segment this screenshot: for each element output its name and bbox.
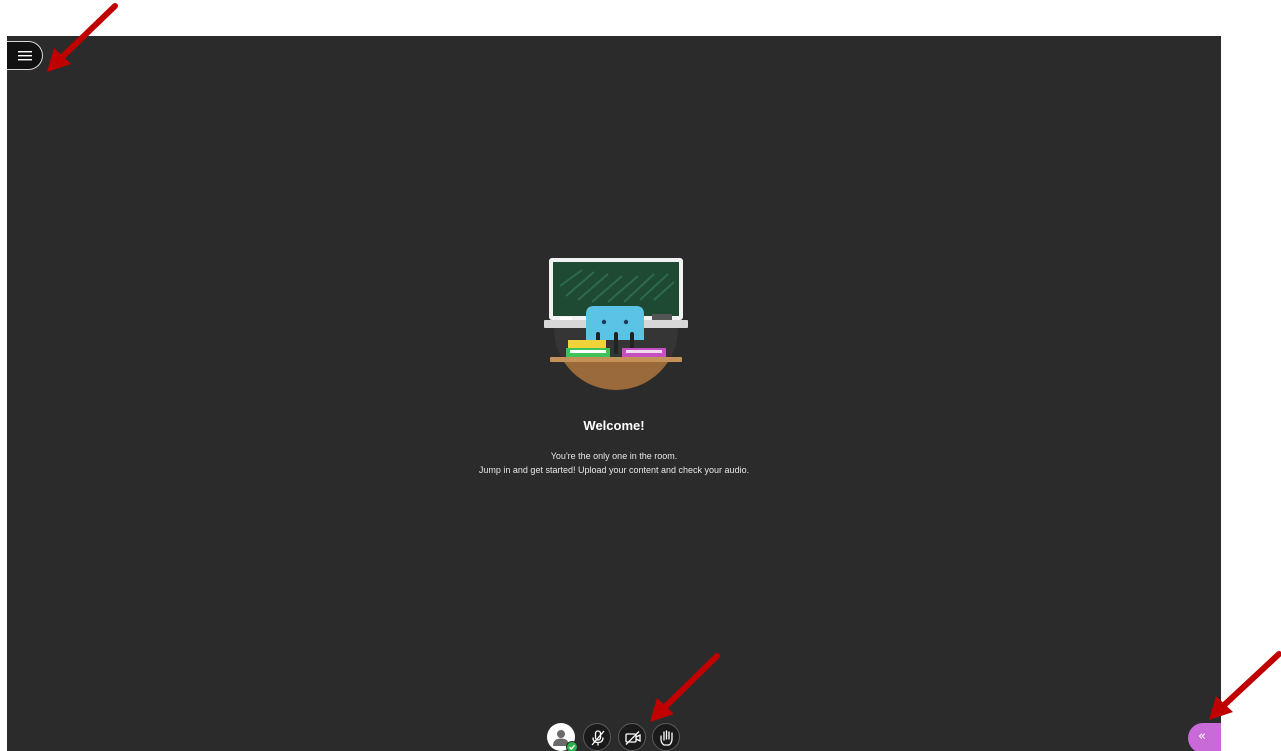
raise-hand-button[interactable]	[652, 723, 680, 751]
check-icon	[569, 744, 576, 751]
share-audio-button[interactable]	[583, 723, 611, 751]
session-menu-button[interactable]	[7, 41, 43, 70]
raise-hand-icon	[660, 730, 673, 746]
camera-off-icon	[625, 731, 641, 745]
empty-room-illustration	[544, 258, 688, 390]
status-badge	[566, 741, 578, 751]
welcome-message-line-1: You're the only one in the room.	[550, 451, 678, 461]
welcome-message-line-2: Jump in and get started! Upload your con…	[478, 465, 750, 475]
welcome-title: Welcome!	[583, 418, 645, 433]
hamburger-menu-icon	[18, 51, 32, 61]
open-collaborate-panel-button[interactable]: «	[1188, 723, 1221, 751]
session-main-stage	[7, 36, 1221, 751]
double-chevron-left-icon: «	[1198, 729, 1206, 744]
microphone-muted-icon	[591, 730, 605, 746]
share-video-button[interactable]	[618, 723, 646, 751]
screenshot: Welcome! You're the only one in the room…	[0, 0, 1281, 751]
